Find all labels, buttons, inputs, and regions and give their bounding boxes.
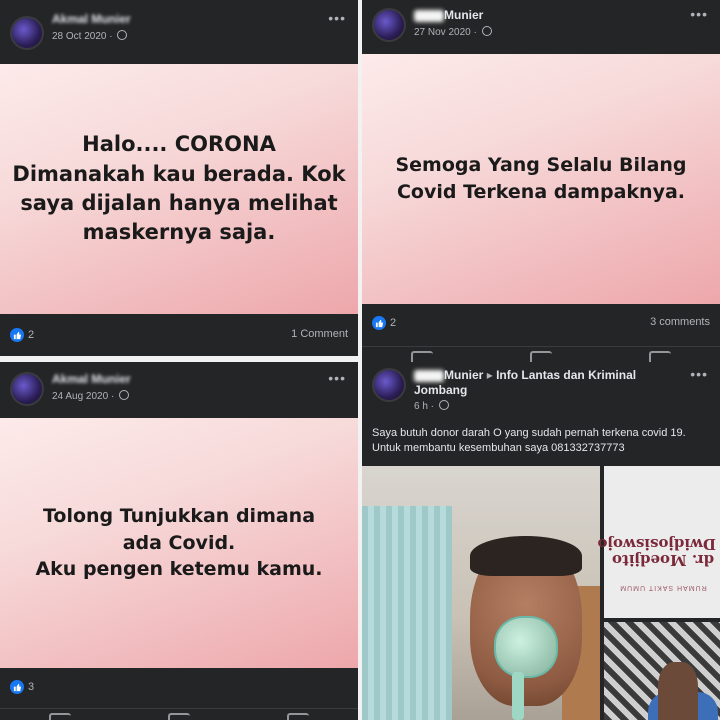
comment-count[interactable]: 3 comments bbox=[650, 316, 710, 328]
reaction-summary[interactable]: 2 bbox=[372, 316, 396, 330]
pillow-subtext: RUMAH SAKIT UMUM bbox=[619, 584, 707, 591]
author-name[interactable]: Akmal Munier bbox=[52, 372, 131, 386]
post-header: Akmal Munier 28 Oct 2020 · ••• bbox=[0, 0, 358, 64]
curtain-image bbox=[362, 506, 452, 720]
author-avatar[interactable] bbox=[10, 16, 44, 50]
more-horizontal-icon[interactable]: ••• bbox=[690, 366, 708, 382]
post-header: Munier 27 Nov 2020 · ••• bbox=[362, 0, 720, 54]
author-avatar[interactable] bbox=[372, 8, 406, 42]
author-name-text: Akmal Munier bbox=[52, 12, 131, 26]
person-image bbox=[658, 662, 698, 720]
author-name-text: Munier bbox=[444, 368, 484, 382]
action-bar bbox=[0, 708, 358, 720]
post-header: Munier ▸ Info Lantas dan Kriminal Jomban… bbox=[362, 362, 720, 418]
post-header: Akmal Munier 24 Aug 2020 · ••• bbox=[0, 362, 358, 418]
like-count: 3 bbox=[28, 681, 35, 693]
author-name[interactable]: Munier ▸ Info Lantas dan Kriminal Jomban… bbox=[414, 368, 654, 398]
name-redaction bbox=[414, 9, 444, 22]
comment-count[interactable]: 1 Comment bbox=[291, 328, 348, 340]
globe-icon bbox=[438, 400, 449, 410]
globe-icon bbox=[119, 390, 130, 400]
post-date[interactable]: 6 h · bbox=[414, 401, 434, 412]
post-card-1: Akmal Munier 28 Oct 2020 · ••• Halo.... … bbox=[0, 0, 358, 356]
post-card-4: Munier ▸ Info Lantas dan Kriminal Jomban… bbox=[362, 362, 720, 720]
like-reaction-icon bbox=[10, 328, 24, 342]
author-name-text: Munier bbox=[444, 8, 484, 22]
post-text-background: Halo.... CORONA Dimanakah kau berada. Ko… bbox=[0, 64, 358, 314]
reaction-summary[interactable]: 2 bbox=[10, 328, 34, 342]
comment-button[interactable] bbox=[167, 713, 190, 720]
photo-bed[interactable] bbox=[604, 622, 720, 720]
like-button[interactable] bbox=[48, 713, 71, 720]
post-text-background: Tolong Tunjukkan dimana ada Covid. Aku p… bbox=[0, 418, 358, 668]
photo-pillow[interactable]: dr. Moedjito Dwidjosiswojo RUMAH SAKIT U… bbox=[597, 466, 720, 618]
post-meta: 24 Aug 2020 · bbox=[52, 390, 130, 402]
like-count: 2 bbox=[28, 329, 35, 341]
more-horizontal-icon[interactable]: ••• bbox=[690, 6, 708, 22]
globe-icon bbox=[481, 26, 492, 36]
post-text: Tolong Tunjukkan dimana ada Covid. Aku p… bbox=[35, 505, 323, 581]
share-arrow: ▸ bbox=[486, 368, 493, 382]
globe-icon bbox=[117, 30, 128, 40]
like-count: 2 bbox=[390, 317, 397, 329]
post-card-3: Akmal Munier 24 Aug 2020 · ••• Tolong Tu… bbox=[0, 362, 358, 720]
more-horizontal-icon[interactable]: ••• bbox=[328, 370, 346, 386]
post-date[interactable]: 28 Oct 2020 · bbox=[52, 31, 113, 42]
share-button[interactable] bbox=[287, 713, 310, 720]
more-horizontal-icon[interactable]: ••• bbox=[328, 10, 346, 26]
post-meta: 28 Oct 2020 · bbox=[52, 30, 128, 42]
author-name[interactable]: Akmal Munier bbox=[52, 12, 131, 26]
post-date[interactable]: 24 Aug 2020 · bbox=[52, 391, 114, 402]
photo-patient[interactable] bbox=[362, 466, 600, 720]
person-hair-image bbox=[470, 536, 582, 576]
author-name-text: Akmal Munier bbox=[52, 372, 131, 386]
author-name[interactable]: Munier bbox=[414, 8, 483, 22]
post-text: Saya butuh donor darah O yang sudah pern… bbox=[372, 427, 686, 454]
author-avatar[interactable] bbox=[10, 372, 44, 406]
post-card-2: Munier 27 Nov 2020 · ••• Semoga Yang Sel… bbox=[362, 0, 720, 366]
oxygen-mask-image bbox=[494, 616, 558, 678]
like-reaction-icon bbox=[372, 316, 386, 330]
reaction-summary[interactable]: 3 bbox=[10, 680, 34, 694]
name-redaction bbox=[414, 369, 444, 382]
post-meta: 6 h · bbox=[414, 400, 449, 412]
post-date[interactable]: 27 Nov 2020 · bbox=[414, 27, 477, 38]
like-reaction-icon bbox=[10, 680, 24, 694]
post-meta: 27 Nov 2020 · bbox=[414, 26, 492, 38]
author-avatar[interactable] bbox=[372, 368, 406, 402]
post-text-background: Semoga Yang Selalu Bilang Covid Terkena … bbox=[362, 54, 720, 304]
post-text: Semoga Yang Selalu Bilang Covid Terkena … bbox=[395, 154, 687, 203]
post-text: Halo.... CORONA Dimanakah kau berada. Ko… bbox=[12, 132, 346, 245]
oxygen-tube-image bbox=[512, 672, 524, 720]
pillow-text: dr. Moedjito Dwidjosiswojo bbox=[597, 535, 716, 569]
